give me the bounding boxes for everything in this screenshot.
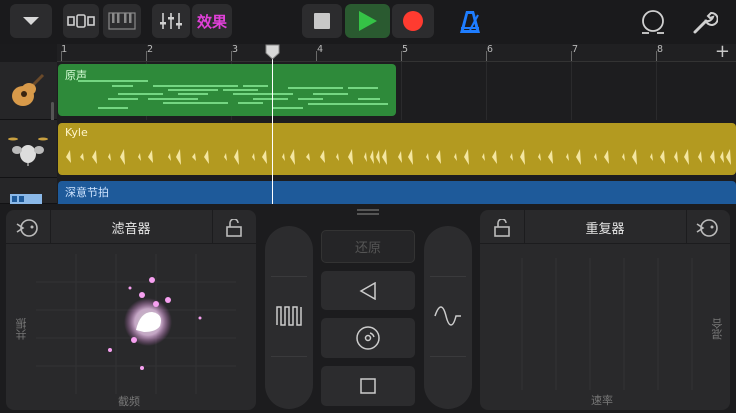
track-header-acoustic[interactable] (0, 62, 57, 130)
mixer-sliders-icon (160, 13, 182, 29)
divider (271, 276, 307, 277)
sine-wave-icon (434, 306, 461, 326)
region-beat[interactable]: 深意节拍 (58, 181, 736, 204)
filter-lock-button[interactable] (226, 218, 242, 241)
add-section-button[interactable]: + (715, 43, 730, 61)
region-name: 深意节拍 (65, 186, 109, 199)
bar-number: 3 (232, 44, 239, 55)
unlock-icon (226, 218, 242, 237)
filter-title: 滤音器 (111, 221, 151, 237)
settings-button[interactable] (692, 9, 719, 39)
effects-button[interactable]: 效果 (192, 4, 232, 38)
record-gesture-icon (696, 219, 718, 237)
instrument-keyboard-button[interactable] (103, 4, 141, 38)
record-icon (403, 11, 423, 31)
track-lane-drums[interactable]: Kyle (57, 120, 736, 178)
metronome-button[interactable] (457, 9, 483, 39)
playhead-handle[interactable] (265, 44, 280, 60)
bar-number: 8 (657, 44, 664, 55)
dropdown-icon (23, 17, 39, 25)
filter-y-label: 共振 (15, 318, 28, 340)
filter-x-label: 截频 (118, 395, 140, 408)
filter-pad[interactable]: 滤音器 截频 共振 (6, 210, 256, 410)
unlock-icon (494, 218, 510, 237)
filter-record-button[interactable] (16, 218, 40, 242)
bar-number: 5 (402, 44, 409, 55)
panel-grabber[interactable] (357, 209, 379, 217)
reverse-icon (359, 281, 376, 300)
timeline-ruler[interactable]: 1 2 3 4 5 6 7 8 + (57, 43, 736, 62)
garageband-app: 效果 1 2 3 4 5 6 7 8 + 原声 Kyle 深意节拍 滤音器 截频… (0, 0, 736, 413)
repeater-title: 重复器 (585, 221, 625, 237)
left-effect-slot[interactable] (265, 226, 313, 409)
region-acoustic[interactable]: 原声 (58, 64, 396, 116)
stop-icon (314, 13, 330, 29)
loop-browser-button[interactable] (640, 9, 666, 39)
repeater-y-label: 混合 (711, 318, 724, 340)
bar-number: 2 (147, 44, 154, 55)
mixer-button[interactable] (152, 4, 190, 38)
turntable-button[interactable] (321, 318, 415, 358)
restore-button[interactable]: 还原 (321, 230, 415, 263)
tracks-view-button[interactable] (63, 4, 99, 38)
tape-stop-button[interactable] (321, 366, 415, 406)
effects-label: 效果 (196, 12, 227, 31)
grid-line (401, 62, 402, 120)
record-button[interactable] (392, 4, 434, 38)
acoustic-guitar-icon (12, 73, 45, 106)
track-header-beat[interactable] (0, 178, 57, 204)
loop-icon (642, 10, 664, 34)
bar-number: 4 (317, 44, 324, 55)
divider (686, 210, 687, 244)
turntable-icon (356, 326, 380, 350)
divider (430, 356, 466, 357)
track-lane-acoustic[interactable]: 原声 (57, 62, 736, 120)
tracks-view-icon (67, 14, 95, 28)
browser-dropdown-button[interactable] (10, 4, 52, 38)
region-drums[interactable]: Kyle (58, 123, 736, 175)
stop-square-icon (360, 378, 376, 394)
track-lane-beat[interactable]: 深意节拍 (57, 178, 736, 204)
bar-number: 6 (487, 44, 494, 55)
repeater-xy-grid (521, 258, 693, 390)
repeater-x-label: 速率 (591, 394, 613, 407)
right-effect-slot[interactable] (424, 226, 472, 409)
repeater-record-button[interactable] (696, 218, 720, 242)
grid-line (571, 62, 572, 120)
play-icon (358, 11, 377, 31)
repeater-lock-button[interactable] (494, 218, 510, 241)
settings-wrench-icon (693, 11, 719, 34)
reverse-button[interactable] (321, 271, 415, 310)
drum-kit-icon (8, 137, 48, 166)
playhead-line (272, 52, 273, 204)
divider (212, 210, 213, 244)
piano-keyboard-icon (108, 12, 136, 30)
record-gesture-icon (16, 219, 38, 237)
live-effects-panel: 滤音器 截频 共振 还原 重复器 速率 混合 (0, 204, 736, 413)
metronome-icon (460, 11, 480, 33)
play-button[interactable] (345, 4, 390, 38)
top-toolbar: 效果 (0, 0, 736, 44)
drum-pattern (66, 149, 731, 165)
stop-button[interactable] (302, 4, 342, 38)
restore-label: 还原 (354, 241, 381, 256)
grid-line (486, 62, 487, 120)
filter-touch-point[interactable] (96, 260, 206, 380)
bar-number: 7 (572, 44, 579, 55)
track-header-drums[interactable] (0, 120, 57, 178)
midi-notes (78, 80, 388, 109)
repeater-pad[interactable]: 重复器 速率 混合 (480, 210, 730, 410)
gate-waveform-icon (276, 306, 302, 326)
divider (430, 276, 466, 277)
bar-number: 1 (61, 44, 68, 55)
divider (271, 356, 307, 357)
beat-sequencer-icon (10, 194, 42, 204)
grid-line (656, 62, 657, 120)
